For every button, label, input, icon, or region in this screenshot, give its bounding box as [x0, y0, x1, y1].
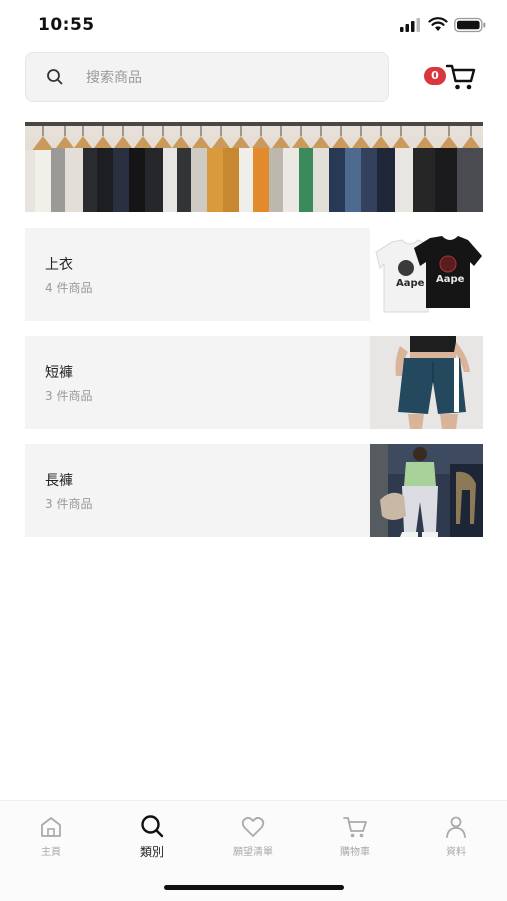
- profile-icon: [446, 816, 466, 838]
- tab-label: 資料: [446, 847, 466, 858]
- tab-label: 主頁: [41, 847, 61, 858]
- cart-icon: [445, 64, 476, 90]
- category-image-shorts: [370, 336, 483, 429]
- category-name: 長褲: [45, 473, 73, 489]
- category-card-shorts[interactable]: 短褲 3 件商品: [25, 336, 483, 429]
- search-icon: [141, 815, 164, 838]
- status-bar: 10:55: [0, 0, 507, 50]
- search-input[interactable]: [84, 65, 378, 91]
- wifi-icon: [428, 17, 448, 31]
- battery-icon: [454, 17, 486, 33]
- tab-label: 購物車: [340, 847, 370, 858]
- cart-badge: 0: [424, 67, 446, 85]
- search-icon: [47, 69, 63, 85]
- clothes-rack-illustration: [25, 122, 483, 212]
- svg-text:Aape: Aape: [396, 278, 425, 289]
- home-icon: [41, 817, 61, 837]
- tab-label: 願望清單: [233, 847, 273, 858]
- tab-label: 類別: [139, 845, 164, 859]
- category-card-tops[interactable]: 上衣 4 件商品 Aape Aape: [25, 228, 483, 321]
- heart-icon: [241, 816, 265, 837]
- category-name: 上衣: [45, 257, 73, 273]
- tab-categories[interactable]: 類別: [112, 813, 192, 863]
- cart-button[interactable]: 0: [424, 62, 480, 94]
- banner-image[interactable]: [25, 122, 483, 212]
- category-card-pants[interactable]: 長褲 3 件商品: [25, 444, 483, 537]
- status-time: 10:55: [38, 15, 95, 35]
- category-name: 短褲: [45, 365, 73, 381]
- tab-home[interactable]: 主頁: [11, 813, 91, 863]
- category-count: 3 件商品: [45, 497, 93, 511]
- search-bar[interactable]: [25, 52, 389, 102]
- home-indicator[interactable]: [164, 885, 344, 890]
- tab-wishlist[interactable]: 願望清單: [213, 813, 293, 863]
- cellular-signal-icon: [400, 18, 420, 32]
- tab-cart[interactable]: 購物車: [315, 813, 395, 863]
- category-image-tops: Aape Aape: [370, 228, 483, 321]
- tab-profile[interactable]: 資料: [416, 813, 496, 863]
- cart-icon: [343, 817, 367, 838]
- category-image-pants: [370, 444, 483, 537]
- category-count: 4 件商品: [45, 281, 93, 295]
- category-count: 3 件商品: [45, 389, 93, 403]
- svg-text:Aape: Aape: [436, 274, 465, 285]
